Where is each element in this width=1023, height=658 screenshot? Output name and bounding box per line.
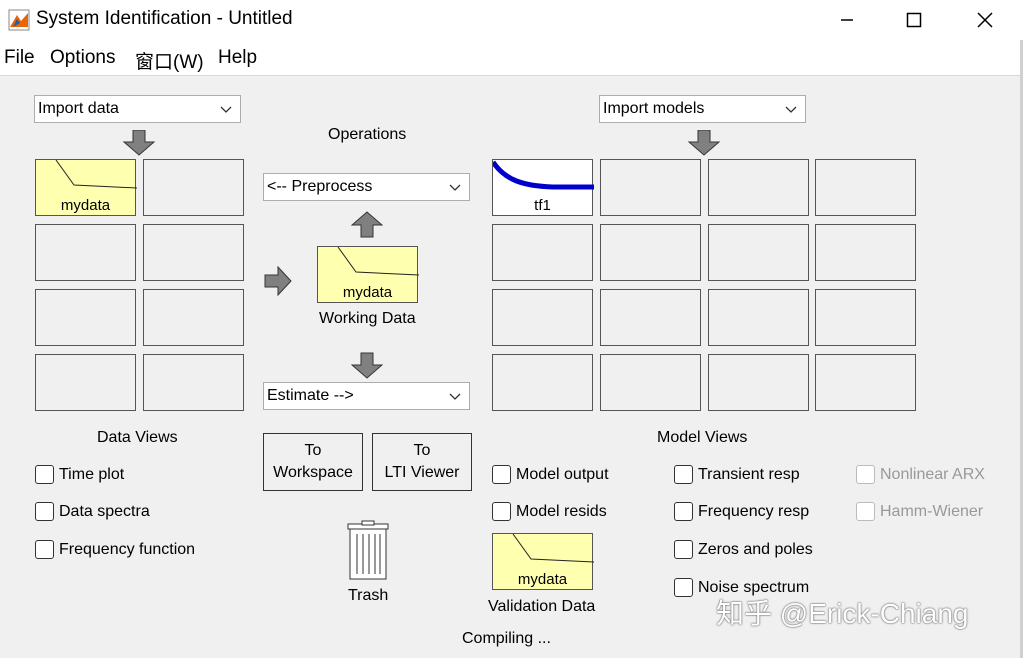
close-icon [977, 12, 993, 28]
to-workspace-line2: Workspace [273, 464, 353, 481]
data-cell-mydata[interactable]: mydata [35, 159, 137, 216]
model-output-checkbox[interactable] [492, 465, 511, 484]
operations-title: Operations [328, 126, 407, 143]
data-cell[interactable] [143, 289, 244, 346]
hamm-wiener-checkbox[interactable] [856, 502, 875, 521]
transient-resp-checkbox[interactable] [674, 465, 693, 484]
noise-spectrum-checkbox[interactable] [674, 578, 693, 597]
model-resids-label: Model resids [516, 503, 607, 520]
model-cell[interactable] [492, 289, 593, 346]
validation-data-cell[interactable]: mydata [492, 533, 594, 590]
model-cell[interactable] [492, 224, 593, 281]
nonlinear-arx-label: Nonlinear ARX [880, 466, 985, 483]
estimate-dropdown[interactable]: Estimate --> [263, 382, 470, 410]
menu-help[interactable]: Help [218, 47, 257, 69]
data-spectra-label: Data spectra [59, 503, 150, 520]
down-arrow-icon [122, 129, 156, 161]
model-cell[interactable] [492, 354, 593, 411]
frequency-function-label: Frequency function [59, 541, 196, 558]
validation-data-name: mydata [517, 571, 568, 588]
model-cell[interactable] [708, 354, 809, 411]
matlab-logo-icon [8, 9, 30, 31]
data-cell[interactable] [35, 354, 136, 411]
to-workspace-button[interactable]: To Workspace [263, 433, 363, 491]
zeros-poles-checkbox[interactable] [674, 540, 693, 559]
validation-data-label: Validation Data [488, 598, 596, 615]
frequency-function-checkbox[interactable] [35, 540, 54, 559]
model-cell[interactable] [815, 224, 916, 281]
to-lti-viewer-button[interactable]: To LTI Viewer [372, 433, 472, 491]
model-views-title: Model Views [657, 429, 748, 446]
import-models-label: Import models [603, 100, 705, 117]
model-cell[interactable] [600, 224, 701, 281]
minimize-button[interactable] [824, 0, 870, 40]
data-cell[interactable] [143, 224, 244, 281]
down-arrow-icon [350, 352, 384, 384]
right-arrow-icon [264, 265, 292, 301]
model-cell[interactable] [708, 289, 809, 346]
to-workspace-line1: To [304, 442, 322, 459]
working-data-label: Working Data [319, 310, 416, 327]
data-spectra-checkbox[interactable] [35, 502, 54, 521]
up-arrow-icon [350, 211, 384, 243]
data-cell[interactable] [35, 224, 136, 281]
window-title: System Identification - Untitled [36, 8, 293, 29]
minimize-icon [841, 19, 853, 21]
zeros-poles-label: Zeros and poles [698, 541, 813, 558]
model-cell[interactable] [815, 289, 916, 346]
trash-label: Trash [348, 587, 389, 604]
maximize-icon [906, 12, 922, 28]
preprocess-label: <-- Preprocess [267, 178, 373, 195]
down-arrow-icon [687, 129, 721, 161]
time-plot-checkbox[interactable] [35, 465, 54, 484]
model-cell[interactable] [815, 159, 916, 216]
model-cell[interactable] [815, 354, 916, 411]
menu-file[interactable]: File [4, 47, 35, 69]
transient-resp-label: Transient resp [698, 466, 800, 483]
preprocess-dropdown[interactable]: <-- Preprocess [263, 173, 470, 201]
model-cell[interactable] [600, 159, 701, 216]
model-cell[interactable] [600, 289, 701, 346]
import-data-label: Import data [38, 100, 119, 117]
frequency-resp-checkbox[interactable] [674, 502, 693, 521]
trash-icon[interactable] [345, 520, 391, 587]
chevron-down-icon [220, 106, 232, 113]
to-lti-viewer-line1: To [413, 442, 431, 459]
model-cell[interactable] [600, 354, 701, 411]
import-data-dropdown[interactable]: Import data [34, 95, 241, 123]
data-cell[interactable] [143, 159, 244, 216]
menu-options[interactable]: Options [50, 47, 115, 69]
menu-window[interactable]: 窗口(W) [135, 47, 204, 74]
maximize-button[interactable] [891, 0, 937, 40]
frequency-resp-label: Frequency resp [698, 503, 810, 520]
chevron-down-icon [785, 106, 797, 113]
model-cell[interactable] [708, 224, 809, 281]
nonlinear-arx-checkbox[interactable] [856, 465, 875, 484]
close-button[interactable] [962, 0, 1008, 40]
working-data-cell[interactable]: mydata [317, 246, 419, 303]
data-cell[interactable] [143, 354, 244, 411]
chevron-down-icon [449, 393, 461, 400]
to-lti-viewer-line2: LTI Viewer [384, 464, 460, 481]
model-resids-checkbox[interactable] [492, 502, 511, 521]
working-data-name: mydata [342, 284, 393, 301]
data-cell-label: mydata [60, 197, 111, 214]
model-cell[interactable] [708, 159, 809, 216]
model-output-label: Model output [516, 466, 609, 483]
time-plot-label: Time plot [59, 466, 125, 483]
data-cell[interactable] [35, 289, 136, 346]
model-cell-label: tf1 [534, 197, 551, 214]
data-views-title: Data Views [97, 429, 178, 446]
model-cell-tf1[interactable]: tf1 [492, 159, 594, 216]
chevron-down-icon [449, 184, 461, 191]
status-text: Compiling ... [462, 630, 551, 647]
watermark-text: 知乎 @Erick-Chiang [716, 598, 969, 629]
hamm-wiener-label: Hamm-Wiener [880, 503, 984, 520]
estimate-label: Estimate --> [267, 387, 354, 404]
import-models-dropdown[interactable]: Import models [599, 95, 806, 123]
